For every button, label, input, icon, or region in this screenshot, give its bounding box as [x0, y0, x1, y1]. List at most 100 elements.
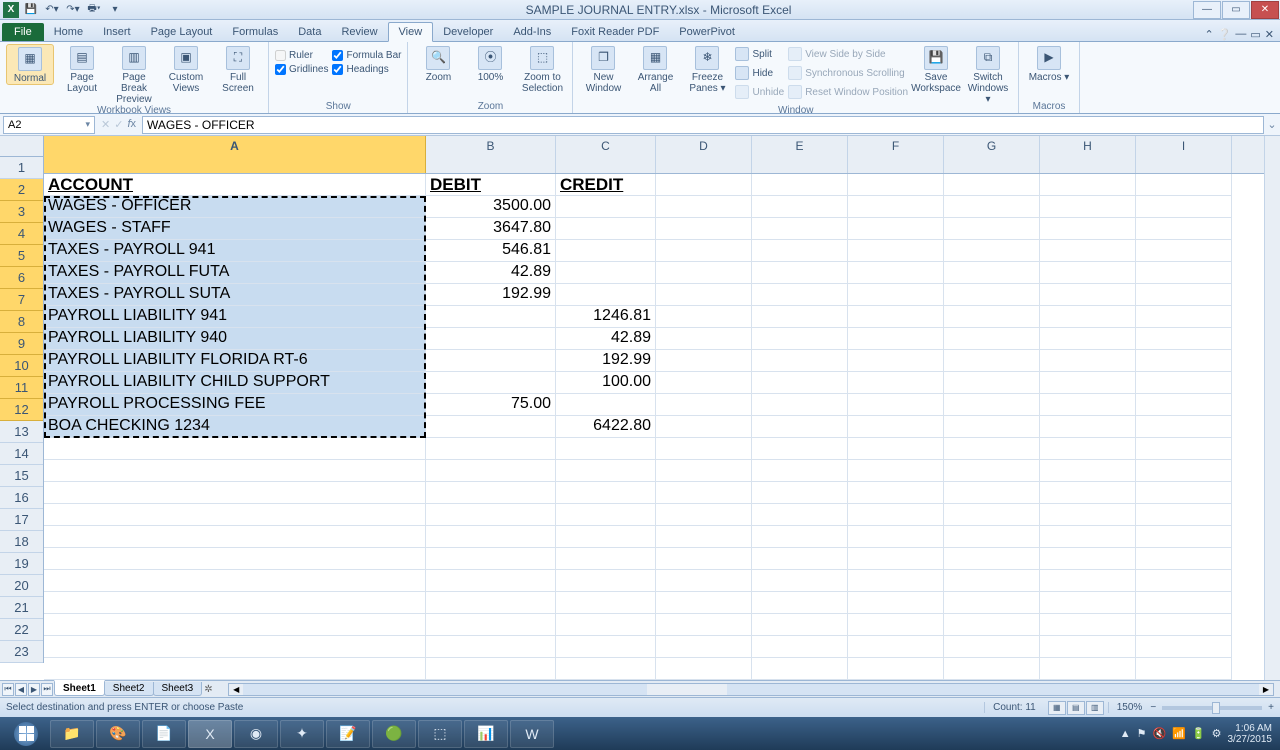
- tray-icon-3[interactable]: 📶: [1172, 727, 1186, 740]
- cell-A14[interactable]: [44, 460, 426, 482]
- tab-foxit[interactable]: Foxit Reader PDF: [561, 23, 669, 41]
- taskbar-paint[interactable]: 🎨: [96, 720, 140, 748]
- cell-E11[interactable]: [752, 394, 848, 416]
- cell-F6[interactable]: [848, 284, 944, 306]
- cell-E10[interactable]: [752, 372, 848, 394]
- enter-fx-icon[interactable]: ✓: [114, 118, 123, 131]
- cell-I4[interactable]: [1136, 240, 1232, 262]
- cell-I6[interactable]: [1136, 284, 1232, 306]
- cell-A9[interactable]: PAYROLL LIABILITY FLORIDA RT-6: [44, 350, 426, 372]
- qat-customize-icon[interactable]: ▾: [106, 2, 124, 18]
- cell-C17[interactable]: [556, 526, 656, 548]
- select-all-corner[interactable]: [0, 136, 44, 157]
- cell-B20[interactable]: [426, 592, 556, 614]
- cell-A21[interactable]: [44, 614, 426, 636]
- row-header-6[interactable]: 6: [0, 267, 43, 289]
- cell-D1[interactable]: [656, 174, 752, 196]
- cell-D9[interactable]: [656, 350, 752, 372]
- cell-D2[interactable]: [656, 196, 752, 218]
- new-window-button[interactable]: ❐New Window: [579, 44, 627, 94]
- cell-E4[interactable]: [752, 240, 848, 262]
- cell-H6[interactable]: [1040, 284, 1136, 306]
- sync-scroll-button[interactable]: Synchronous Scrolling: [788, 65, 908, 81]
- save-icon[interactable]: 💾: [22, 2, 40, 18]
- vertical-scrollbar[interactable]: [1264, 136, 1280, 680]
- cell-I7[interactable]: [1136, 306, 1232, 328]
- taskbar-app2[interactable]: 📝: [326, 720, 370, 748]
- cell-I3[interactable]: [1136, 218, 1232, 240]
- cell-D7[interactable]: [656, 306, 752, 328]
- cell-G2[interactable]: [944, 196, 1040, 218]
- sheet-tab-sheet2[interactable]: Sheet2: [104, 682, 154, 696]
- cell-E23[interactable]: [752, 658, 848, 680]
- tab-formulas[interactable]: Formulas: [222, 23, 288, 41]
- cell-C3[interactable]: [556, 218, 656, 240]
- row-header-18[interactable]: 18: [0, 531, 43, 553]
- cell-I18[interactable]: [1136, 548, 1232, 570]
- cell-B22[interactable]: [426, 636, 556, 658]
- cell-D11[interactable]: [656, 394, 752, 416]
- file-tab[interactable]: File: [2, 23, 44, 41]
- cell-G14[interactable]: [944, 460, 1040, 482]
- cell-D18[interactable]: [656, 548, 752, 570]
- cell-A15[interactable]: [44, 482, 426, 504]
- zoom-in-icon[interactable]: +: [1268, 702, 1274, 713]
- cell-B1[interactable]: DEBIT: [426, 174, 556, 196]
- new-sheet-icon[interactable]: ✲: [204, 684, 222, 695]
- column-header-A[interactable]: A: [44, 136, 426, 173]
- cell-E9[interactable]: [752, 350, 848, 372]
- cell-A20[interactable]: [44, 592, 426, 614]
- cell-I5[interactable]: [1136, 262, 1232, 284]
- cell-I14[interactable]: [1136, 460, 1232, 482]
- cell-F1[interactable]: [848, 174, 944, 196]
- ruler-checkbox[interactable]: Ruler: [275, 50, 328, 61]
- cell-I22[interactable]: [1136, 636, 1232, 658]
- maximize-button[interactable]: ▭: [1222, 1, 1250, 19]
- cell-F7[interactable]: [848, 306, 944, 328]
- cell-E5[interactable]: [752, 262, 848, 284]
- cell-F3[interactable]: [848, 218, 944, 240]
- cell-I19[interactable]: [1136, 570, 1232, 592]
- column-header-B[interactable]: B: [426, 136, 556, 173]
- cell-C10[interactable]: 100.00: [556, 372, 656, 394]
- reset-window-button[interactable]: Reset Window Position: [788, 84, 908, 100]
- cell-D23[interactable]: [656, 658, 752, 680]
- macros-button[interactable]: ▶Macros ▾: [1025, 44, 1073, 83]
- cell-D14[interactable]: [656, 460, 752, 482]
- sheet-nav-last-icon[interactable]: ⏭: [41, 683, 53, 696]
- taskbar-app4[interactable]: ⬚: [418, 720, 462, 748]
- undo-icon[interactable]: ↶▾: [43, 2, 61, 18]
- cell-A13[interactable]: [44, 438, 426, 460]
- cell-G12[interactable]: [944, 416, 1040, 438]
- cell-G21[interactable]: [944, 614, 1040, 636]
- cell-B5[interactable]: 42.89: [426, 262, 556, 284]
- cell-I9[interactable]: [1136, 350, 1232, 372]
- print-icon[interactable]: 🖶▾: [85, 2, 103, 18]
- zoom-button[interactable]: 🔍Zoom: [414, 44, 462, 83]
- cell-C9[interactable]: 192.99: [556, 350, 656, 372]
- row-header-3[interactable]: 3: [0, 201, 43, 223]
- row-header-20[interactable]: 20: [0, 575, 43, 597]
- cell-C13[interactable]: [556, 438, 656, 460]
- tray-show-hidden-icon[interactable]: ▲: [1120, 728, 1131, 740]
- cell-I20[interactable]: [1136, 592, 1232, 614]
- row-header-15[interactable]: 15: [0, 465, 43, 487]
- cell-E8[interactable]: [752, 328, 848, 350]
- normal-view-icon[interactable]: ▦: [1048, 701, 1066, 715]
- row-header-1[interactable]: 1: [0, 157, 43, 179]
- cell-G19[interactable]: [944, 570, 1040, 592]
- cell-H13[interactable]: [1040, 438, 1136, 460]
- formula-bar-checkbox[interactable]: Formula Bar: [332, 50, 401, 61]
- cell-H21[interactable]: [1040, 614, 1136, 636]
- cell-B4[interactable]: 546.81: [426, 240, 556, 262]
- cell-H15[interactable]: [1040, 482, 1136, 504]
- row-header-11[interactable]: 11: [0, 377, 43, 399]
- namebox-dropdown-icon[interactable]: ▾: [85, 119, 90, 130]
- page-layout-button[interactable]: ▤Page Layout: [58, 44, 106, 94]
- zoom-slider[interactable]: [1162, 706, 1262, 710]
- cell-H14[interactable]: [1040, 460, 1136, 482]
- cell-A8[interactable]: PAYROLL LIABILITY 940: [44, 328, 426, 350]
- cell-C12[interactable]: 6422.80: [556, 416, 656, 438]
- minimize-ribbon-icon[interactable]: ⌃: [1204, 28, 1213, 41]
- cell-G4[interactable]: [944, 240, 1040, 262]
